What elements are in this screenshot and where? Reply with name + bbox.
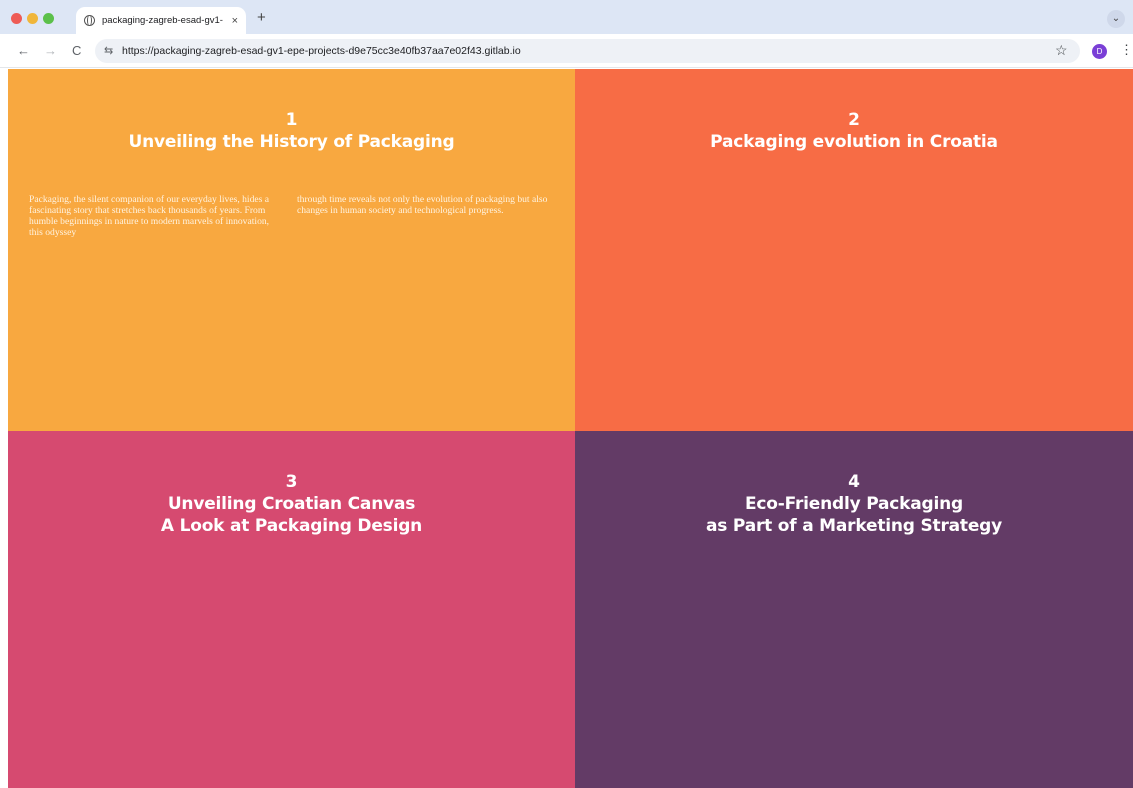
address-bar[interactable]: ⇆ https://packaging-zagreb-esad-gv1-epe-… [95, 39, 1080, 63]
section-title: Packaging evolution in Croatia [710, 132, 998, 152]
site-settings-icon[interactable]: ⇆ [104, 44, 113, 58]
section-number: 3 [285, 472, 298, 492]
section-number: 4 [848, 472, 860, 492]
section-heading: 1 Unveiling the History of Packaging [8, 109, 575, 153]
back-arrow-icon[interactable]: ← [17, 43, 30, 59]
browser-toolbar: ← → C ⇆ https://packaging-zagreb-esad-gv… [0, 34, 1133, 68]
bookmark-star-icon[interactable]: ☆ [1055, 42, 1068, 58]
new-tab-button[interactable]: + [257, 10, 266, 25]
close-window-button[interactable] [11, 13, 22, 24]
section-croatian-canvas[interactable]: 3 Unveiling Croatian Canvas A Look at Pa… [8, 431, 575, 788]
minimize-window-button[interactable] [27, 13, 38, 24]
section-heading: 4 Eco-Friendly Packaging as Part of a Ma… [575, 471, 1133, 537]
tab-title: packaging-zagreb-esad-gv1- [102, 15, 223, 26]
section-heading: 3 Unveiling Croatian Canvas A Look at Pa… [8, 471, 575, 537]
tab-close-icon[interactable]: × [232, 15, 238, 27]
profile-avatar[interactable]: D [1092, 44, 1107, 59]
reload-icon[interactable]: C [72, 43, 81, 59]
browser-menu-icon[interactable]: ⋮ [1120, 42, 1133, 58]
intro-column-1: Packaging, the silent companion of our e… [29, 194, 270, 238]
section-croatia-evolution[interactable]: 2 Packaging evolution in Croatia [575, 69, 1133, 431]
browser-tab-active[interactable]: packaging-zagreb-esad-gv1- × [76, 7, 246, 34]
section-eco-friendly[interactable]: 4 Eco-Friendly Packaging as Part of a Ma… [575, 431, 1133, 788]
maximize-window-button[interactable] [43, 13, 54, 24]
url-text[interactable]: https://packaging-zagreb-esad-gv1-epe-pr… [122, 44, 521, 58]
forward-arrow-icon[interactable]: → [44, 43, 57, 59]
section-heading: 2 Packaging evolution in Croatia [575, 109, 1133, 153]
section-history[interactable]: 1 Unveiling the History of Packaging Pac… [8, 69, 575, 431]
section-title: Unveiling the History of Packaging [128, 132, 455, 152]
section-number: 1 [285, 110, 298, 130]
section-title-line-2: as Part of a Marketing Strategy [705, 516, 1003, 536]
browser-tab-bar: packaging-zagreb-esad-gv1- × + ⌄ [0, 0, 1133, 34]
globe-icon [84, 14, 95, 26]
intro-text: Packaging, the silent companion of our e… [29, 194, 549, 238]
section-title-line-1: Eco-Friendly Packaging [745, 494, 963, 514]
page-content: 1 Unveiling the History of Packaging Pac… [8, 69, 1133, 788]
tab-search-button[interactable]: ⌄ [1107, 10, 1125, 28]
section-number: 2 [848, 110, 860, 130]
intro-column-2: through time reveals not only the evolut… [297, 194, 548, 216]
section-title-line-1: Unveiling Croatian Canvas [167, 494, 416, 514]
section-title-line-2: A Look at Packaging Design [160, 516, 423, 536]
